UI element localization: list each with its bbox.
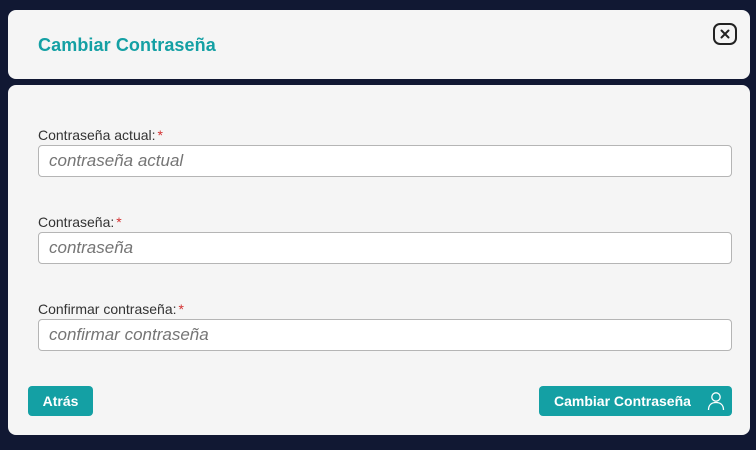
change-password-button[interactable]: Cambiar Contraseña	[539, 386, 732, 416]
required-mark: *	[178, 301, 184, 317]
dialog-title: Cambiar Contraseña	[38, 35, 216, 55]
confirm-password-input[interactable]	[38, 319, 732, 351]
new-password-input[interactable]	[38, 232, 732, 264]
new-password-label-text: Contraseña:	[38, 214, 115, 230]
current-password-label-text: Contraseña actual:	[38, 127, 156, 143]
current-password-label: Contraseña actual: *	[38, 127, 163, 143]
user-icon	[707, 392, 725, 411]
confirm-password-label-text: Confirmar contraseña:	[38, 301, 177, 317]
required-mark: *	[157, 127, 163, 143]
back-button[interactable]: Atrás	[28, 386, 93, 416]
dialog-header: Cambiar Contraseña	[8, 10, 750, 79]
required-mark: *	[116, 214, 122, 230]
close-button[interactable]	[713, 23, 737, 45]
current-password-input[interactable]	[38, 145, 732, 177]
dialog-body: Contraseña actual: * Contraseña: * Confirm…	[8, 85, 750, 435]
change-password-button-label: Cambiar Contraseña	[554, 393, 691, 409]
new-password-label: Contraseña: *	[38, 214, 122, 230]
close-icon	[720, 29, 730, 39]
confirm-password-label: Confirmar contraseña: *	[38, 301, 184, 317]
